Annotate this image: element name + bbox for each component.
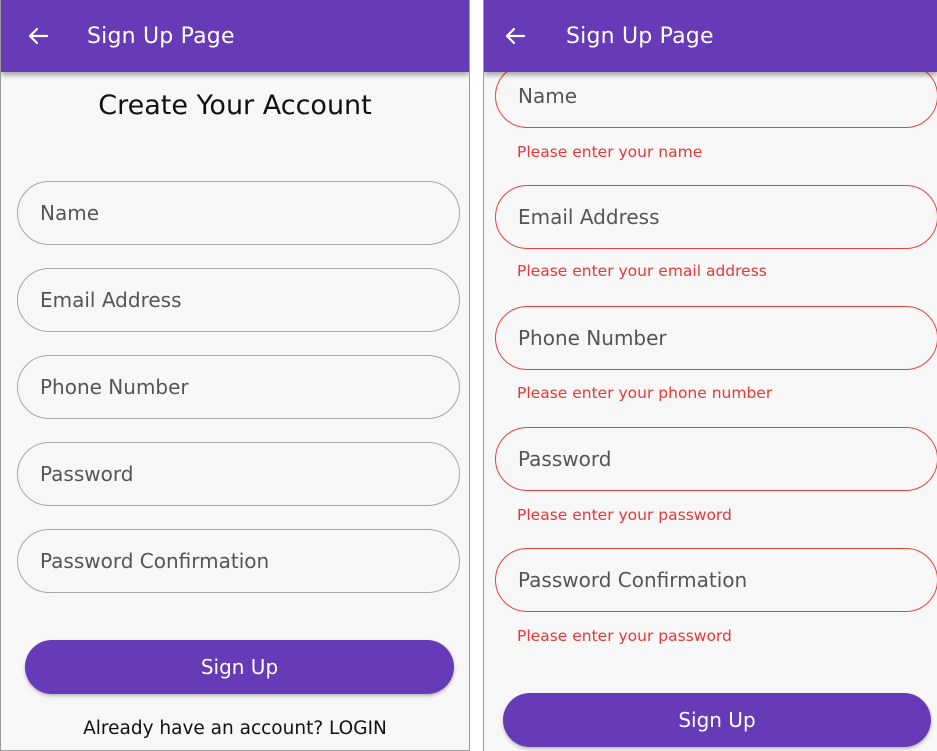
arrow-left-icon[interactable]: [504, 26, 526, 46]
app-bar: Sign Up Page: [1, 0, 469, 72]
sign-up-button[interactable]: Sign Up: [25, 640, 454, 694]
password-placeholder: Password: [518, 447, 612, 471]
page-heading: Create Your Account: [98, 90, 372, 121]
sign-up-button[interactable]: Sign Up: [503, 693, 931, 747]
app-bar: Sign Up Page: [484, 0, 937, 72]
phone-error: Please enter your phone number: [517, 384, 773, 402]
name-error: Please enter your name: [517, 143, 703, 161]
phone-placeholder: Phone Number: [40, 375, 189, 399]
password-confirmation-placeholder: Password Confirmation: [518, 568, 748, 592]
phone-placeholder: Phone Number: [518, 326, 667, 350]
password-confirmation-error: Please enter your password: [517, 627, 732, 645]
password-confirmation-field[interactable]: Password Confirmation: [495, 548, 937, 612]
app-bar-title: Sign Up Page: [566, 24, 714, 49]
email-field[interactable]: Email Address: [17, 268, 460, 332]
password-field[interactable]: Password: [17, 442, 460, 506]
email-placeholder: Email Address: [518, 205, 660, 229]
signup-screen-validation-errors: Sign Up Page Name Please enter your name…: [483, 0, 937, 751]
password-confirmation-field[interactable]: Password Confirmation: [17, 529, 460, 593]
phone-field[interactable]: Phone Number: [17, 355, 460, 419]
email-error: Please enter your email address: [517, 262, 767, 280]
signup-screen-default: Sign Up Page Create Your Account Name Em…: [0, 0, 470, 751]
login-link[interactable]: Already have an account? LOGIN: [1, 718, 469, 739]
password-field[interactable]: Password: [495, 427, 937, 491]
arrow-left-icon[interactable]: [27, 26, 49, 46]
name-placeholder: Name: [40, 201, 100, 225]
password-confirmation-placeholder: Password Confirmation: [40, 549, 270, 573]
phone-field[interactable]: Phone Number: [495, 306, 937, 370]
email-field[interactable]: Email Address: [495, 185, 937, 249]
password-placeholder: Password: [40, 462, 134, 486]
name-field[interactable]: Name: [17, 181, 460, 245]
email-placeholder: Email Address: [40, 288, 182, 312]
name-placeholder: Name: [518, 84, 578, 108]
password-error: Please enter your password: [517, 506, 732, 524]
app-bar-title: Sign Up Page: [87, 24, 235, 49]
name-field[interactable]: Name: [495, 64, 937, 128]
